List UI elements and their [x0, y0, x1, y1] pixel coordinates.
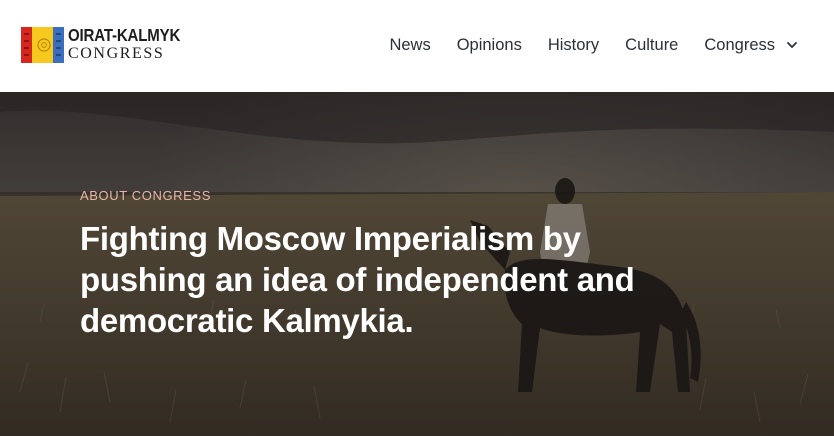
emblem-icon: [37, 37, 51, 52]
nav-item-news[interactable]: News: [389, 36, 430, 55]
nav-item-history[interactable]: History: [548, 36, 599, 55]
logo-subtitle: CONGRESS: [68, 44, 165, 62]
main-navigation: News Opinions History Culture Congress: [389, 34, 798, 56]
nav-item-opinions[interactable]: Opinions: [457, 36, 522, 55]
logo-title: OIRAT-KALMYK: [68, 25, 181, 46]
hero-headline: Fighting Moscow Imperialism by pushing a…: [80, 220, 635, 339]
hero-content: ABOUT CONGRESS Fighting Moscow Imperiali…: [80, 188, 680, 341]
hero-banner: ABOUT CONGRESS Fighting Moscow Imperiali…: [0, 92, 834, 436]
hero-category-label[interactable]: ABOUT CONGRESS: [80, 188, 680, 203]
nav-item-congress[interactable]: Congress: [704, 36, 798, 55]
nav-item-culture[interactable]: Culture: [625, 36, 678, 55]
logo-wordmark: OIRAT-KALMYK CONGRESS: [68, 27, 198, 62]
site-header: OIRAT-KALMYK CONGRESS News Opinions Hist…: [0, 0, 834, 92]
kalmyk-flag-icon: [21, 26, 64, 63]
nav-item-congress-label: Congress: [704, 35, 775, 54]
chevron-down-icon: [787, 42, 797, 48]
site-logo[interactable]: OIRAT-KALMYK CONGRESS: [21, 26, 198, 63]
